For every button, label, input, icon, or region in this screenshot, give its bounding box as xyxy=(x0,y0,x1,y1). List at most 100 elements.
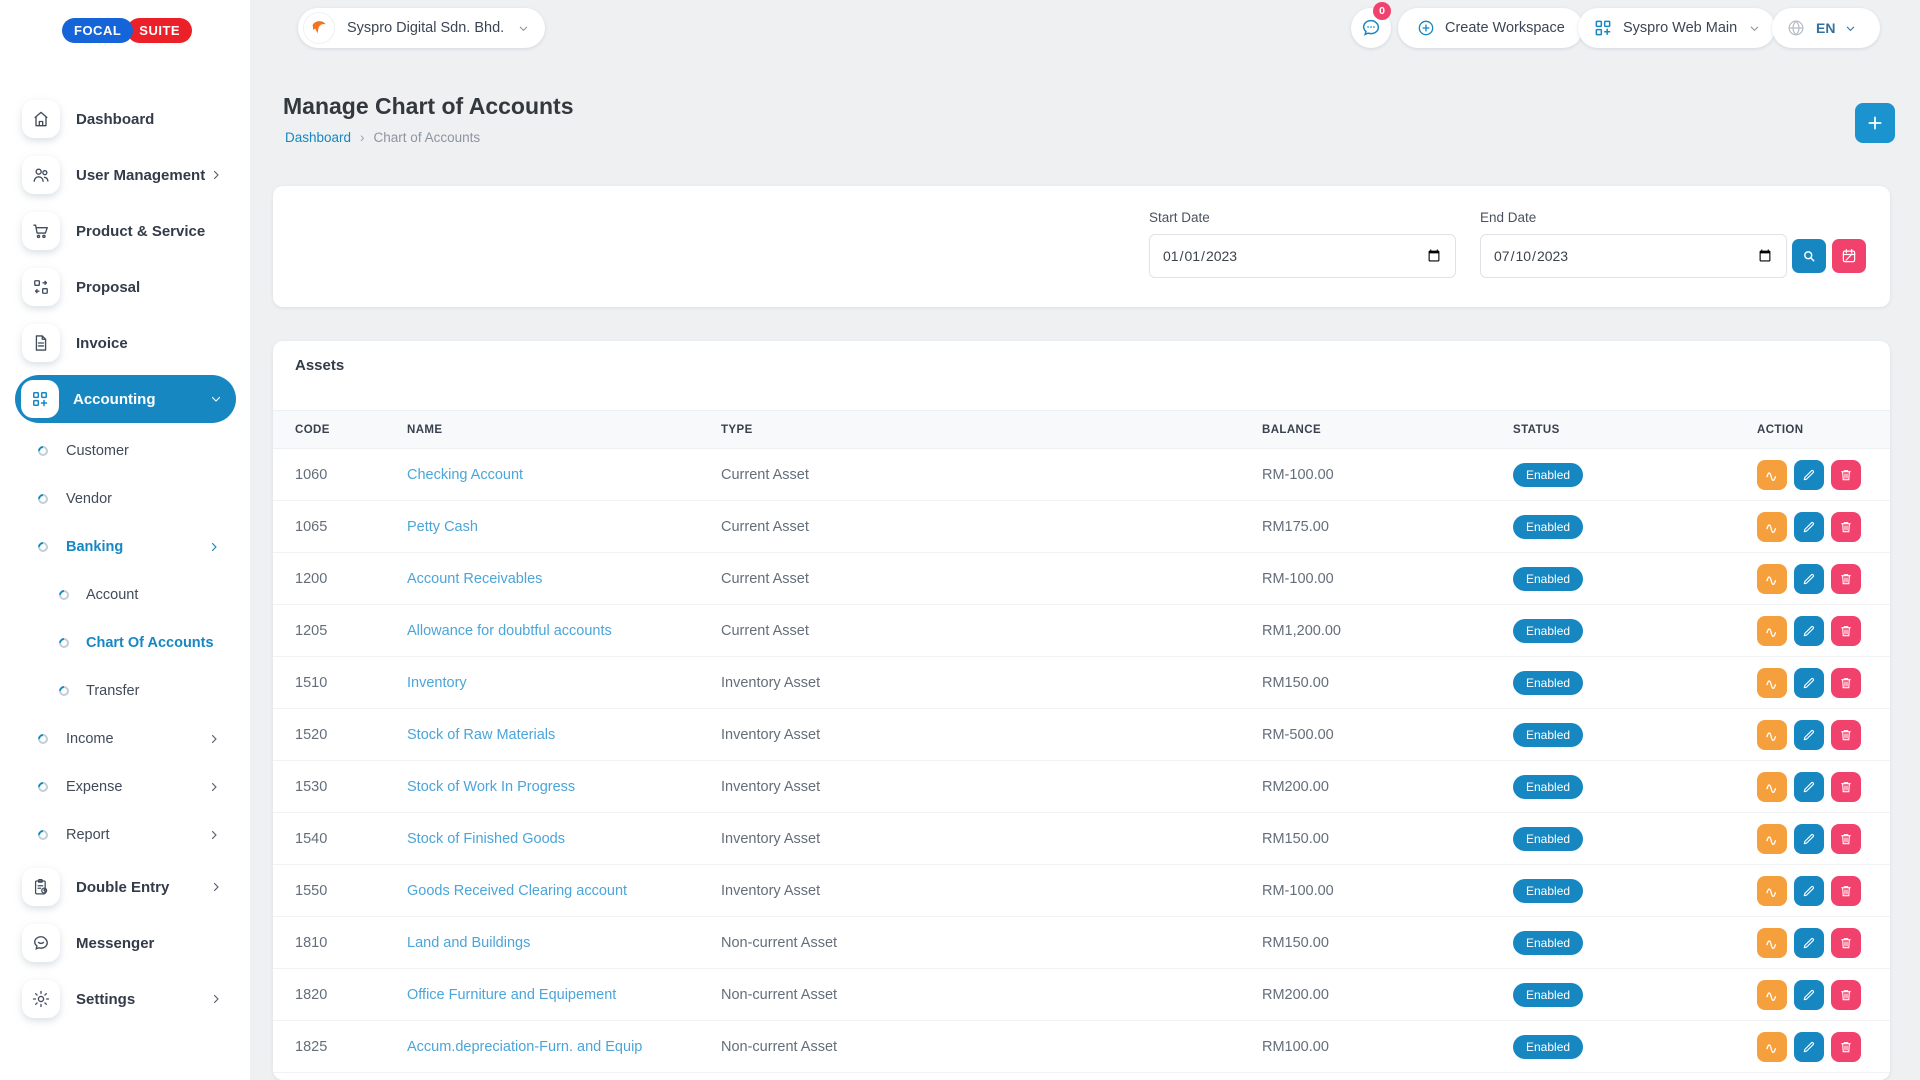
edit-button[interactable] xyxy=(1794,616,1824,646)
transactions-button[interactable] xyxy=(1757,616,1787,646)
transactions-button[interactable] xyxy=(1757,980,1787,1010)
sidebar: FOCAL SUITE Dashboard User Management Pr… xyxy=(0,0,250,1080)
delete-button[interactable] xyxy=(1831,460,1861,490)
sidebar-item-chart-of-accounts[interactable]: Chart Of Accounts xyxy=(0,619,250,667)
sidebar-nav: Dashboard User Management Product & Serv… xyxy=(0,91,250,1027)
reset-filter-button[interactable] xyxy=(1832,239,1866,273)
edit-button[interactable] xyxy=(1794,512,1824,542)
account-name-link[interactable]: Goods Received Clearing account xyxy=(407,883,627,899)
sidebar-item-label: Banking xyxy=(66,539,123,555)
bullet-icon xyxy=(36,444,50,458)
sidebar-item-report[interactable]: Report xyxy=(0,811,250,859)
edit-button[interactable] xyxy=(1794,460,1824,490)
accounting-active-pill[interactable]: Accounting xyxy=(15,375,236,423)
sidebar-item-invoice[interactable]: Invoice xyxy=(0,315,250,371)
edit-button[interactable] xyxy=(1794,564,1824,594)
sidebar-item-user-management[interactable]: User Management xyxy=(0,147,250,203)
plus-circle-icon xyxy=(1416,18,1436,38)
cell-balance: RM100.00 xyxy=(1262,1021,1513,1073)
edit-button[interactable] xyxy=(1794,876,1824,906)
edit-button[interactable] xyxy=(1794,772,1824,802)
edit-button[interactable] xyxy=(1794,980,1824,1010)
logo-suite: SUITE xyxy=(127,18,192,43)
end-date-input[interactable] xyxy=(1480,234,1787,278)
chevron-right-icon xyxy=(208,733,220,745)
transactions-button[interactable] xyxy=(1757,928,1787,958)
transactions-button[interactable] xyxy=(1757,512,1787,542)
cell-balance: RM-100.00 xyxy=(1262,553,1513,605)
account-name-link[interactable]: Stock of Raw Materials xyxy=(407,727,555,743)
table-row: 1820 Office Furniture and Equipement Non… xyxy=(273,969,1890,1021)
sidebar-item-proposal[interactable]: Proposal xyxy=(0,259,250,315)
edit-button[interactable] xyxy=(1794,1032,1824,1062)
wave-icon xyxy=(1764,571,1780,587)
transactions-button[interactable] xyxy=(1757,668,1787,698)
sidebar-item-expense[interactable]: Expense xyxy=(0,763,250,811)
sidebar-item-product-service[interactable]: Product & Service xyxy=(0,203,250,259)
trash-icon xyxy=(1838,831,1854,847)
delete-button[interactable] xyxy=(1831,980,1861,1010)
account-name-link[interactable]: Petty Cash xyxy=(407,519,478,535)
transactions-button[interactable] xyxy=(1757,876,1787,906)
delete-button[interactable] xyxy=(1831,824,1861,854)
transactions-button[interactable] xyxy=(1757,460,1787,490)
delete-button[interactable] xyxy=(1831,876,1861,906)
sidebar-item-account[interactable]: Account xyxy=(0,571,250,619)
sidebar-item-double-entry[interactable]: Double Entry xyxy=(0,859,250,915)
add-account-button[interactable] xyxy=(1855,103,1895,143)
transactions-button[interactable] xyxy=(1757,772,1787,802)
transactions-button[interactable] xyxy=(1757,564,1787,594)
transactions-button[interactable] xyxy=(1757,1032,1787,1062)
language-selector[interactable]: EN xyxy=(1772,8,1880,48)
sidebar-item-messenger[interactable]: Messenger xyxy=(0,915,250,971)
delete-button[interactable] xyxy=(1831,512,1861,542)
app-logo: FOCAL SUITE xyxy=(62,18,192,43)
edit-button[interactable] xyxy=(1794,720,1824,750)
cell-code: 1810 xyxy=(273,917,407,969)
account-name-link[interactable]: Stock of Finished Goods xyxy=(407,831,565,847)
cell-balance: RM200.00 xyxy=(1262,969,1513,1021)
table-row: 1200 Account Receivables Current Asset R… xyxy=(273,553,1890,605)
delete-button[interactable] xyxy=(1831,772,1861,802)
start-date-input[interactable] xyxy=(1149,234,1456,278)
sidebar-item-customer[interactable]: Customer xyxy=(0,427,250,475)
delete-button[interactable] xyxy=(1831,668,1861,698)
sidebar-item-transfer[interactable]: Transfer xyxy=(0,667,250,715)
account-name-link[interactable]: Office Furniture and Equipement xyxy=(407,987,616,1003)
sidebar-item-banking[interactable]: Banking xyxy=(0,523,250,571)
transactions-button[interactable] xyxy=(1757,824,1787,854)
workspace-selector[interactable]: Syspro Digital Sdn. Bhd. xyxy=(298,8,545,48)
account-name-link[interactable]: Stock of Work In Progress xyxy=(407,779,575,795)
cell-balance: RM1,200.00 xyxy=(1262,605,1513,657)
sidebar-item-label: Dashboard xyxy=(76,111,154,128)
delete-button[interactable] xyxy=(1831,1032,1861,1062)
breadcrumb-dashboard-link[interactable]: Dashboard xyxy=(285,130,351,145)
create-workspace-button[interactable]: Create Workspace xyxy=(1398,8,1583,48)
sidebar-item-accounting[interactable]: Accounting xyxy=(0,371,250,427)
account-name-link[interactable]: Account Receivables xyxy=(407,571,542,587)
workspace-menu[interactable]: Syspro Web Main xyxy=(1578,8,1775,48)
messages-button[interactable]: 0 xyxy=(1351,8,1391,48)
edit-button[interactable] xyxy=(1794,668,1824,698)
account-name-link[interactable]: Land and Buildings xyxy=(407,935,530,951)
transactions-button[interactable] xyxy=(1757,720,1787,750)
sidebar-item-dashboard[interactable]: Dashboard xyxy=(0,91,250,147)
account-name-link[interactable]: Inventory xyxy=(407,675,467,691)
delete-button[interactable] xyxy=(1831,564,1861,594)
account-name-link[interactable]: Allowance for doubtful accounts xyxy=(407,623,612,639)
workspace-logo-icon xyxy=(303,12,335,44)
trash-icon xyxy=(1838,1039,1854,1055)
delete-button[interactable] xyxy=(1831,616,1861,646)
status-badge: Enabled xyxy=(1513,567,1583,591)
bullet-icon xyxy=(57,684,71,698)
delete-button[interactable] xyxy=(1831,720,1861,750)
sidebar-item-vendor[interactable]: Vendor xyxy=(0,475,250,523)
account-name-link[interactable]: Accum.depreciation-Furn. and Equip xyxy=(407,1039,642,1055)
edit-button[interactable] xyxy=(1794,824,1824,854)
edit-button[interactable] xyxy=(1794,928,1824,958)
search-button[interactable] xyxy=(1792,239,1826,273)
sidebar-item-settings[interactable]: Settings xyxy=(0,971,250,1027)
delete-button[interactable] xyxy=(1831,928,1861,958)
account-name-link[interactable]: Checking Account xyxy=(407,467,523,483)
sidebar-item-income[interactable]: Income xyxy=(0,715,250,763)
